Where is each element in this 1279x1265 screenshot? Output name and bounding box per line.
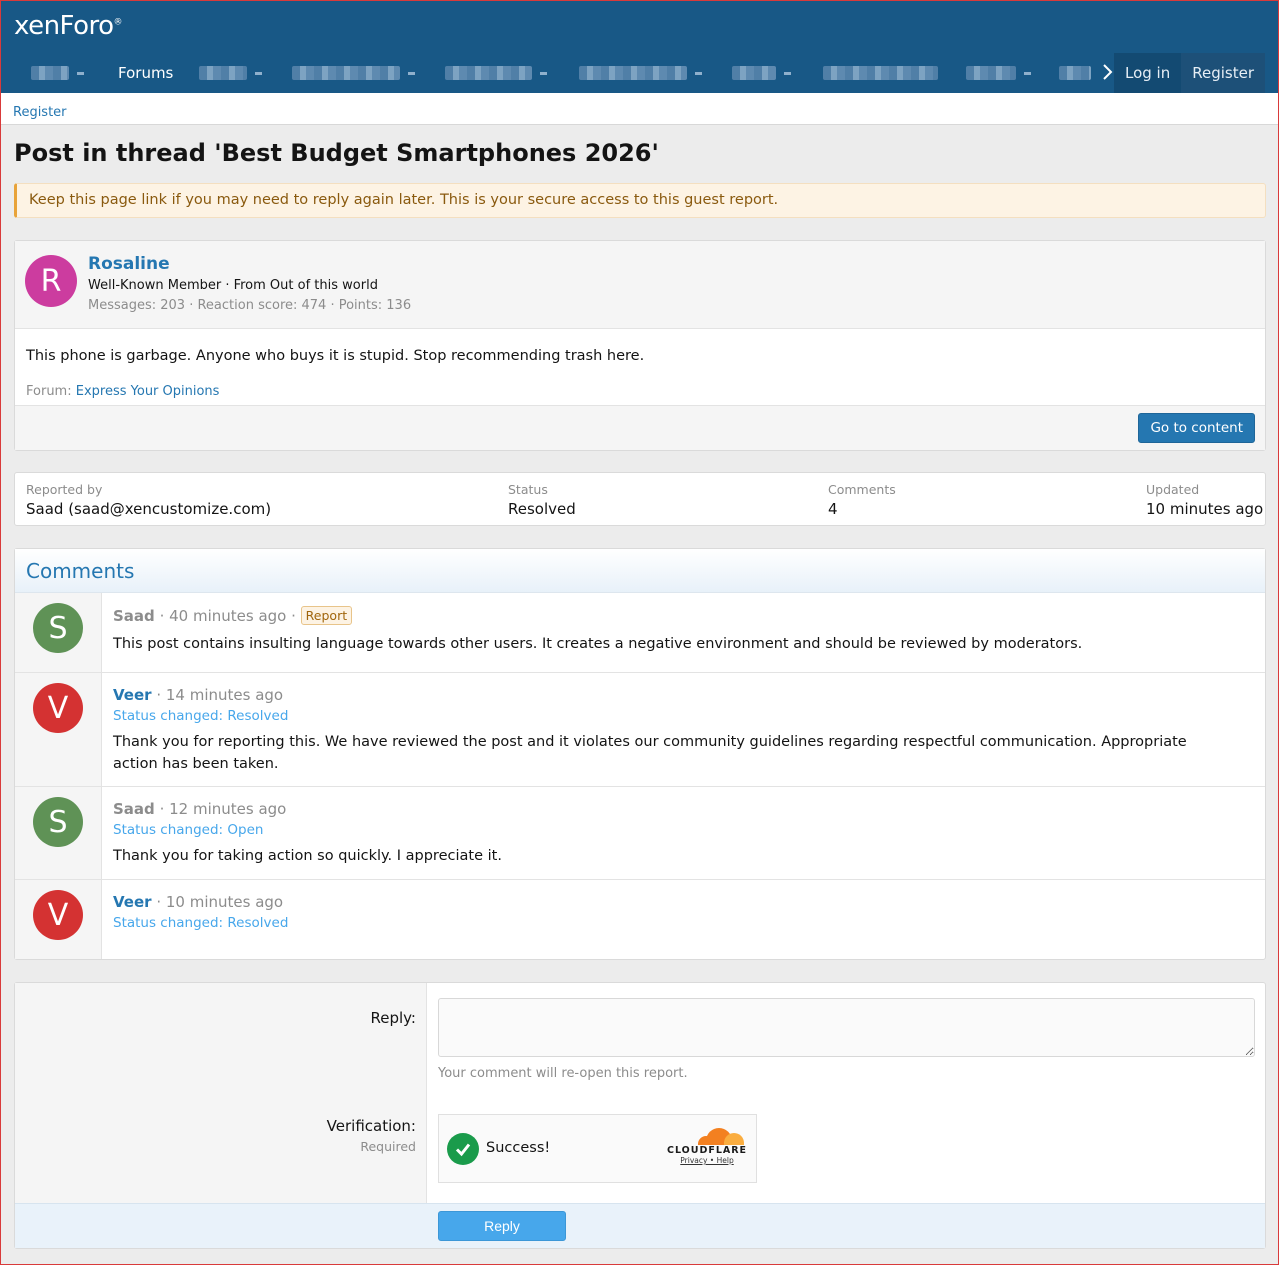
reply-textarea[interactable] — [438, 998, 1255, 1057]
breadcrumb: Register — [1, 93, 1278, 125]
captcha-links[interactable]: Privacy • Help — [666, 1156, 748, 1165]
avatar[interactable]: S — [33, 603, 83, 653]
post-text: This phone is garbage. Anyone who buys i… — [26, 348, 645, 364]
report-comments-count: Comments 4 — [828, 482, 896, 518]
report-info: Reported by Saad (saad@xencustomize.com)… — [14, 472, 1266, 526]
post-author-title: Well-Known Member · From Out of this wor… — [88, 278, 378, 293]
comment-text: This post contains insulting language to… — [113, 636, 1083, 652]
captcha-widget[interactable]: Success! CLOUDFLARE Privacy • Help — [438, 1114, 757, 1183]
form-labels-column — [15, 983, 427, 1205]
comment-author[interactable]: Saad — [113, 800, 155, 818]
verification-required: Required — [360, 1139, 416, 1154]
nav-item-redacted-1[interactable] — [31, 66, 84, 80]
comment-time: · 10 minutes ago — [156, 893, 284, 911]
comment-item: S Saad · 12 minutes ago Status changed: … — [15, 787, 1265, 880]
cloudflare-logo: CLOUDFLARE Privacy • Help — [666, 1125, 748, 1165]
status-change: Status changed: Resolved — [113, 915, 289, 931]
reported-post: R Rosaline Well-Known Member · From Out … — [14, 240, 1266, 451]
nav-item-redacted-4[interactable] — [445, 66, 547, 80]
comments-title: Comments — [15, 549, 1265, 593]
reply-form: Reply: Your comment will re-open this re… — [14, 982, 1266, 1249]
comment-text: Thank you for taking action so quickly. … — [113, 848, 502, 864]
updated-value: 10 minutes ago — [1146, 500, 1264, 518]
captcha-status: Success! — [486, 1140, 551, 1156]
comment-author[interactable]: Veer — [113, 686, 152, 704]
reported-by-value: Saad (saad@xencustomize.com) — [26, 500, 272, 518]
avatar[interactable]: R — [25, 255, 77, 307]
login-link[interactable]: Log in — [1114, 53, 1181, 93]
logo-registered-mark: ® — [113, 17, 123, 28]
comment-time: · 14 minutes ago — [156, 686, 284, 704]
site-header: xenForo® Forums Log in Register — [1, 1, 1278, 93]
nav-item-redacted-2[interactable] — [199, 66, 262, 80]
comment-meta: Saad · 40 minutes ago · Report — [113, 606, 353, 625]
forum-label: Forum: — [26, 384, 72, 399]
post-forum: Forum: Express Your Opinions — [26, 384, 219, 399]
page-title: Post in thread 'Best Budget Smartphones … — [14, 139, 659, 167]
checkmark-icon — [447, 1133, 479, 1165]
reply-button[interactable]: Reply — [438, 1211, 566, 1241]
status-change: Status changed: Open — [113, 822, 264, 838]
status-label: Status — [508, 482, 548, 497]
post-author-stats: Messages: 203 · Reaction score: 474 · Po… — [88, 298, 412, 313]
main-nav: Forums Log in Register — [1, 53, 1278, 93]
nav-item-redacted-9[interactable] — [1059, 66, 1091, 80]
status-value: Resolved — [508, 500, 576, 518]
comment-text: Thank you for reporting this. We have re… — [113, 734, 1187, 772]
form-footer: Reply — [15, 1203, 1265, 1248]
comment-meta: Veer · 10 minutes ago — [113, 893, 283, 911]
chevron-right-icon[interactable] — [1102, 63, 1114, 86]
comment-author[interactable]: Veer — [113, 893, 152, 911]
reported-by: Reported by Saad (saad@xencustomize.com) — [26, 482, 271, 518]
comments-section: Comments S Saad · 40 minutes ago · Repor… — [14, 548, 1266, 960]
comment-author[interactable]: Saad — [113, 607, 155, 625]
report-badge: Report — [300, 606, 353, 625]
post-footer: Go to content — [15, 406, 1265, 450]
register-link[interactable]: Register — [1181, 53, 1265, 93]
updated-label: Updated — [1146, 482, 1200, 497]
comment-item: S Saad · 40 minutes ago · Report This po… — [15, 593, 1265, 673]
comment-time: · 12 minutes ago — [159, 800, 287, 818]
status-change: Status changed: Resolved — [113, 708, 289, 724]
go-to-content-button[interactable]: Go to content — [1138, 413, 1255, 443]
comment-meta: Saad · 12 minutes ago — [113, 800, 286, 818]
post-author-header: R Rosaline Well-Known Member · From Out … — [15, 241, 1265, 329]
comment-meta: Veer · 14 minutes ago — [113, 686, 283, 704]
verification-label: Verification: — [326, 1117, 416, 1135]
avatar[interactable]: V — [33, 683, 83, 733]
nav-item-redacted-7[interactable] — [823, 66, 938, 80]
reply-hint: Your comment will re-open this report. — [438, 1066, 688, 1081]
comment-time: · 40 minutes ago · — [159, 607, 296, 625]
post-author-name[interactable]: Rosaline — [88, 254, 170, 274]
comment-item: V Veer · 10 minutes ago Status changed: … — [15, 880, 1265, 959]
forum-link[interactable]: Express Your Opinions — [76, 384, 220, 399]
breadcrumb-register[interactable]: Register — [13, 105, 67, 120]
avatar[interactable]: V — [33, 890, 83, 940]
nav-forums[interactable]: Forums — [118, 53, 173, 93]
nav-item-redacted-3[interactable] — [292, 66, 415, 80]
logo-text: xenForo — [14, 11, 114, 41]
comments-label: Comments — [828, 482, 896, 497]
post-body: This phone is garbage. Anyone who buys i… — [15, 329, 1265, 406]
nav-item-redacted-6[interactable] — [732, 66, 791, 80]
nav-item-redacted-5[interactable] — [579, 66, 702, 80]
account-links: Log in Register — [1114, 53, 1265, 93]
report-status: Status Resolved — [508, 482, 576, 518]
cloud-icon — [666, 1125, 748, 1145]
report-updated: Updated 10 minutes ago — [1146, 482, 1263, 518]
reported-by-label: Reported by — [26, 482, 103, 497]
nav-item-redacted-8[interactable] — [966, 66, 1031, 80]
comments-value: 4 — [828, 500, 838, 518]
site-logo[interactable]: xenForo® — [14, 11, 123, 41]
cloudflare-wordmark: CLOUDFLARE — [666, 1145, 748, 1156]
comment-item: V Veer · 14 minutes ago Status changed: … — [15, 673, 1265, 787]
reply-label: Reply: — [370, 1009, 416, 1027]
notice-banner: Keep this page link if you may need to r… — [14, 183, 1266, 218]
avatar[interactable]: S — [33, 797, 83, 847]
